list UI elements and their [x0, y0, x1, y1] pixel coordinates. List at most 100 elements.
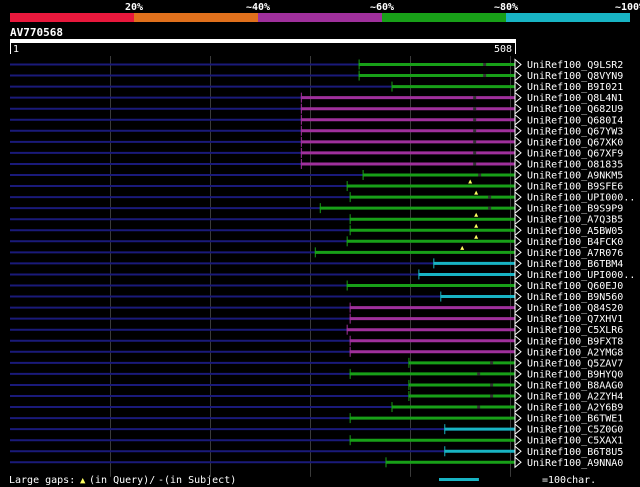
hit-name-label[interactable]: UniRef100_Q8VYN9	[527, 71, 623, 82]
hit-name-label[interactable]: UniRef100_Q9LSR2	[527, 60, 623, 71]
alignment-end-arrow	[514, 334, 522, 347]
hit-row[interactable]: UniRef100_C5XLR6	[10, 323, 623, 337]
hit-name-label[interactable]: UniRef100_UPI000..	[527, 270, 635, 281]
alignment-end-arrow	[514, 191, 522, 204]
hit-name-label[interactable]: UniRef100_Q682U9	[527, 104, 623, 115]
hit-row[interactable]: UniRef100_A2ZYH4	[10, 389, 623, 403]
hit-row[interactable]: UniRef100_A5BW05	[10, 223, 623, 237]
hit-row[interactable]: UniRef100_A7R076	[10, 245, 623, 259]
hit-row[interactable]: UniRef100_B4FCK0	[10, 234, 623, 248]
hit-row[interactable]: UniRef100_B9HYQ0	[10, 367, 623, 381]
hit-name-label[interactable]: UniRef100_O81835	[527, 159, 623, 170]
hit-name-label[interactable]: UniRef100_B8AAG0	[527, 380, 623, 391]
hit-rows: UniRef100_Q9LSR2UniRef100_Q8VYN9UniRef10…	[10, 58, 635, 469]
alignment-end-arrow	[514, 412, 522, 425]
hit-name-label[interactable]: UniRef100_UPI000..	[527, 193, 635, 204]
legend-segment-3	[382, 13, 506, 22]
alignment-end-arrow	[514, 257, 522, 270]
alignment-end-arrow	[514, 445, 522, 458]
hit-row[interactable]: UniRef100_B8AAG0	[10, 378, 623, 392]
hit-name-label[interactable]: UniRef100_A2ZYH4	[527, 392, 623, 403]
hit-row[interactable]: UniRef100_UPI000..	[10, 190, 635, 204]
alignment-end-arrow	[514, 312, 522, 325]
hit-row[interactable]: UniRef100_O81835	[10, 157, 623, 171]
legend-label-3: ~60%	[370, 2, 394, 13]
hit-name-label[interactable]: UniRef100_Q67YW3	[527, 126, 623, 137]
alignment-end-arrow	[514, 378, 522, 392]
hit-name-label[interactable]: UniRef100_B9FXT8	[527, 336, 623, 347]
hit-row[interactable]: UniRef100_A9NNA0	[10, 456, 623, 469]
hit-row[interactable]: UniRef100_UPI000..	[10, 268, 635, 281]
hit-name-label[interactable]: UniRef100_B6TBM4	[527, 259, 623, 270]
hit-row[interactable]: UniRef100_Q8VYN9	[10, 69, 623, 83]
hit-row[interactable]: UniRef100_A9NKM5	[10, 168, 623, 182]
hit-name-label[interactable]: UniRef100_Q60EJ0	[527, 281, 623, 292]
alignment-end-arrow	[514, 345, 522, 358]
hit-row[interactable]: UniRef100_Q67XF9	[10, 146, 623, 160]
hit-row[interactable]: UniRef100_A2Y6B9	[10, 400, 623, 414]
hit-name-label[interactable]: UniRef100_A2Y6B9	[527, 403, 623, 414]
hit-row[interactable]: UniRef100_Q60EJ0	[10, 279, 623, 293]
hit-name-label[interactable]: UniRef100_B9SFE6	[527, 182, 623, 193]
hit-name-label[interactable]: UniRef100_C5XAX1	[527, 436, 623, 447]
hit-name-label[interactable]: UniRef100_A7Q3B5	[527, 215, 623, 226]
query-gap-marker	[474, 212, 479, 217]
hit-row[interactable]: UniRef100_B6TBM4	[10, 257, 623, 270]
legend-label-1: 20%	[125, 2, 143, 13]
query-gap-marker	[474, 223, 479, 228]
hit-row[interactable]: UniRef100_B9N560	[10, 290, 623, 304]
hit-row[interactable]: UniRef100_B9S9P9	[10, 202, 623, 215]
hit-name-label[interactable]: UniRef100_A5BW05	[527, 226, 623, 237]
hit-row[interactable]: UniRef100_Q682U9	[10, 102, 623, 116]
hit-row[interactable]: UniRef100_A7Q3B5	[10, 212, 623, 226]
hit-name-label[interactable]: UniRef100_B9I021	[527, 82, 623, 93]
hit-name-label[interactable]: UniRef100_Q67XF9	[527, 148, 623, 159]
hit-row[interactable]: UniRef100_B9FXT8	[10, 334, 623, 348]
hit-row[interactable]: UniRef100_B6T8U5	[10, 445, 623, 458]
hit-name-label[interactable]: UniRef100_B4FCK0	[527, 237, 623, 248]
hit-name-label[interactable]: UniRef100_B6TWE1	[527, 414, 623, 425]
hit-name-label[interactable]: UniRef100_B6T8U5	[527, 447, 623, 458]
hit-name-label[interactable]: UniRef100_Q7XHV1	[527, 314, 623, 325]
hit-row[interactable]: UniRef100_Q84S20	[10, 301, 623, 315]
hit-row[interactable]: UniRef100_Q7XHV1	[10, 312, 623, 326]
hit-row[interactable]: UniRef100_A2YMG8	[10, 345, 623, 359]
hit-name-label[interactable]: UniRef100_C5Z0G0	[527, 425, 623, 436]
hit-row[interactable]: UniRef100_Q67YW3	[10, 124, 623, 138]
hit-name-label[interactable]: UniRef100_Q84S20	[527, 303, 623, 314]
hit-row[interactable]: UniRef100_B9SFE6	[10, 179, 623, 193]
hit-name-label[interactable]: UniRef100_A7R076	[527, 248, 623, 259]
alignment-end-arrow	[514, 168, 522, 182]
hit-name-label[interactable]: UniRef100_Q5ZAV7	[527, 358, 623, 369]
hit-name-label[interactable]: UniRef100_A9NNA0	[527, 458, 623, 469]
legend-segment-4	[506, 13, 630, 22]
hit-name-label[interactable]: UniRef100_Q8L4N1	[527, 93, 623, 104]
hit-name-label[interactable]: UniRef100_Q67XK0	[527, 137, 623, 148]
hit-name-label[interactable]: UniRef100_A9NKM5	[527, 171, 623, 182]
scale-bar	[439, 478, 479, 481]
hit-name-label[interactable]: UniRef100_B9HYQ0	[527, 369, 623, 380]
legend-label-4: ~80%	[494, 2, 518, 13]
alignment-end-arrow	[514, 400, 522, 414]
hit-row[interactable]: UniRef100_B9I021	[10, 80, 623, 94]
alignment-end-arrow	[514, 279, 522, 292]
hit-name-label[interactable]: UniRef100_C5XLR6	[527, 325, 623, 336]
hit-name-label[interactable]: UniRef100_B9S9P9	[527, 204, 623, 215]
gaps-query-text: (in Query)/	[89, 475, 155, 486]
gaps-query-symbol: ▲	[80, 476, 86, 486]
hit-name-label[interactable]: UniRef100_A2YMG8	[527, 347, 623, 358]
hit-name-label[interactable]: UniRef100_B9N560	[527, 292, 623, 303]
hit-row[interactable]: UniRef100_Q67XK0	[10, 135, 623, 149]
hit-row[interactable]: UniRef100_Q8L4N1	[10, 91, 623, 105]
hit-name-label[interactable]: UniRef100_Q680I4	[527, 115, 623, 126]
hit-row[interactable]: UniRef100_C5XAX1	[10, 434, 623, 447]
hit-row[interactable]: UniRef100_Q9LSR2	[10, 58, 623, 72]
alignment-end-arrow	[514, 356, 522, 369]
hit-row[interactable]: UniRef100_Q680I4	[10, 113, 623, 127]
hit-row[interactable]: UniRef100_C5Z0G0	[10, 423, 623, 436]
hit-row[interactable]: UniRef100_B6TWE1	[10, 412, 623, 425]
hit-row[interactable]: UniRef100_Q5ZAV7	[10, 356, 623, 370]
query-gap-marker	[460, 245, 465, 250]
alignment-end-arrow	[514, 323, 522, 336]
alignment-end-arrow	[514, 224, 522, 237]
